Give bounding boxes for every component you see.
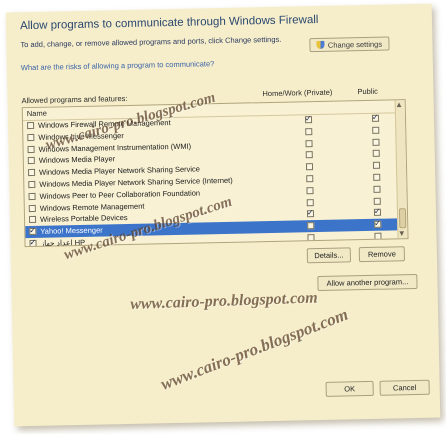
- column-name[interactable]: Name: [27, 109, 47, 118]
- program-enabled-checkbox[interactable]: [28, 216, 37, 224]
- home-work-checkbox[interactable]: [306, 186, 314, 195]
- home-work-checkbox[interactable]: [304, 116, 313, 124]
- risks-link[interactable]: What are the risks of allowing a program…: [21, 59, 215, 72]
- public-checkbox[interactable]: [374, 220, 382, 229]
- home-work-checkbox[interactable]: [305, 151, 313, 159]
- program-enabled-checkbox[interactable]: [29, 228, 37, 236]
- scroll-thumb[interactable]: [398, 208, 407, 229]
- vertical-scrollbar[interactable]: ▲ ▼: [394, 100, 408, 239]
- home-work-checkbox[interactable]: [305, 139, 313, 147]
- program-enabled-checkbox[interactable]: [28, 204, 36, 212]
- program-enabled-checkbox[interactable]: [29, 239, 37, 248]
- program-name: Windows Media Player: [38, 154, 116, 166]
- program-enabled-checkbox[interactable]: [27, 169, 36, 177]
- public-checkbox[interactable]: [371, 114, 380, 122]
- program-enabled-checkbox[interactable]: [27, 157, 35, 165]
- screenshot-scene: Allow programs to communicate through Wi…: [0, 0, 446, 434]
- public-checkbox[interactable]: [373, 209, 382, 217]
- home-work-checkbox[interactable]: [306, 198, 314, 206]
- home-work-checkbox[interactable]: [307, 222, 315, 230]
- program-enabled-checkbox[interactable]: [27, 145, 35, 153]
- program-enabled-checkbox[interactable]: [27, 133, 35, 141]
- home-work-checkbox[interactable]: [306, 175, 314, 183]
- allow-another-program-button[interactable]: Allow another program...: [317, 273, 418, 292]
- home-work-checkbox[interactable]: [307, 234, 315, 242]
- program-name: Windows Live Messenger: [38, 130, 124, 142]
- program-name: Windows Firewall Remote Management: [37, 118, 171, 130]
- public-checkbox[interactable]: [374, 232, 382, 240]
- program-name: Wireless Portable Devices: [39, 213, 128, 225]
- public-checkbox[interactable]: [373, 185, 381, 193]
- public-checkbox[interactable]: [372, 138, 380, 146]
- uac-shield-icon: [316, 40, 325, 49]
- column-home-work[interactable]: Home/Work (Private): [262, 88, 332, 98]
- firewall-allowed-programs-window: Allow programs to communicate through Wi…: [5, 3, 441, 427]
- cancel-button[interactable]: Cancel: [379, 379, 430, 396]
- intro-text: To add, change, or remove allowed progra…: [20, 34, 282, 50]
- public-checkbox[interactable]: [373, 173, 381, 181]
- page-title: Allow programs to communicate through Wi…: [19, 13, 319, 33]
- home-work-checkbox[interactable]: [305, 163, 314, 171]
- public-checkbox[interactable]: [372, 150, 380, 158]
- column-public[interactable]: Public: [357, 87, 378, 96]
- change-settings-button[interactable]: Change settings: [309, 36, 390, 53]
- scroll-up-icon[interactable]: ▲: [397, 101, 402, 108]
- allowed-programs-list[interactable]: Name Windows Firewall Remote ManagementW…: [21, 99, 409, 248]
- remove-button[interactable]: Remove: [358, 246, 406, 263]
- home-work-checkbox[interactable]: [306, 210, 315, 218]
- ok-button[interactable]: OK: [325, 380, 374, 397]
- list-caption: Allowed programs and features:: [21, 93, 128, 106]
- program-name: إعداد جهاز HP: [40, 237, 86, 248]
- public-checkbox[interactable]: [373, 197, 381, 205]
- program-rows: Windows Firewall Remote ManagementWindow…: [23, 112, 398, 247]
- home-work-checkbox[interactable]: [305, 127, 313, 136]
- program-name: Yahoo! Messenger: [40, 225, 103, 237]
- program-enabled-checkbox[interactable]: [28, 192, 36, 200]
- public-checkbox[interactable]: [372, 161, 381, 170]
- program-name: Windows Remote Management: [39, 201, 145, 213]
- change-settings-label: Change settings: [327, 39, 383, 50]
- program-enabled-checkbox[interactable]: [27, 121, 35, 130]
- details-button[interactable]: Details...: [306, 247, 352, 264]
- program-enabled-checkbox[interactable]: [28, 180, 36, 189]
- scroll-down-icon[interactable]: ▼: [399, 230, 404, 237]
- public-checkbox[interactable]: [372, 126, 380, 134]
